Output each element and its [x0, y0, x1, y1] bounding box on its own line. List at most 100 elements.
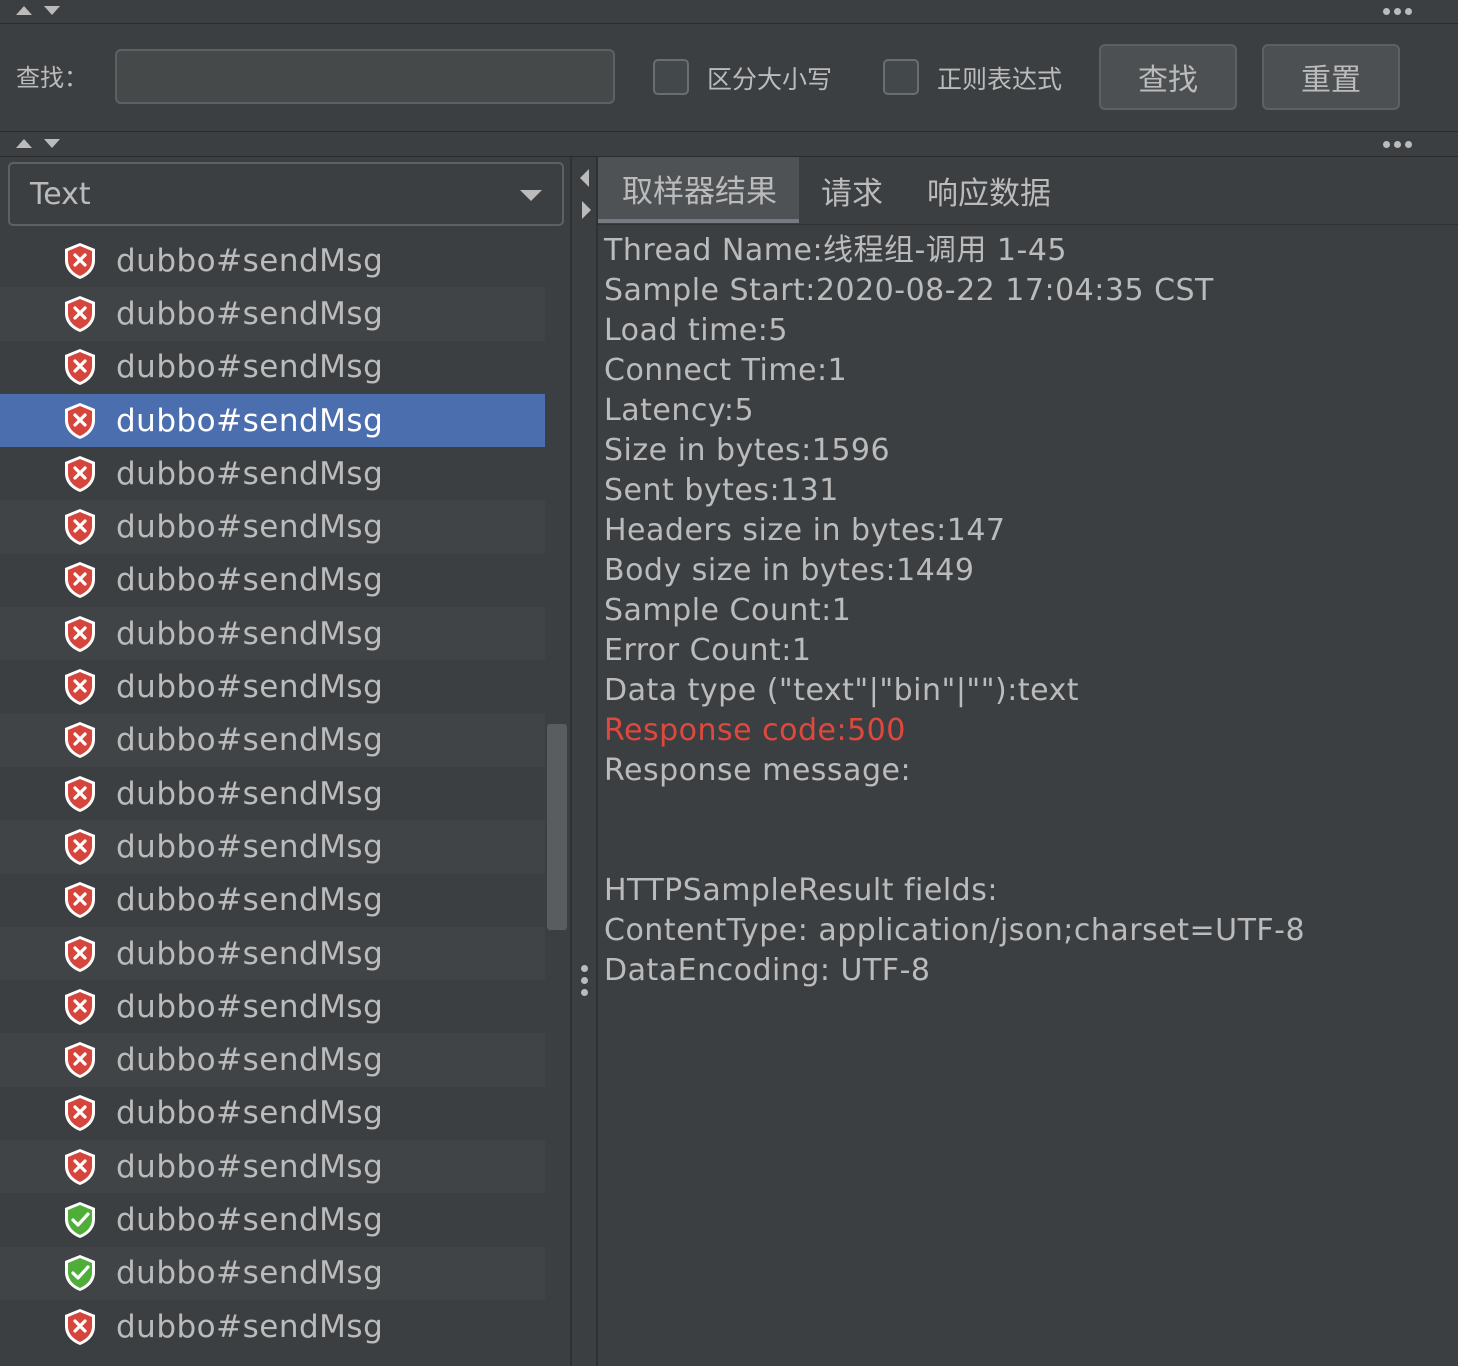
sampler-result-text: Thread Name:线程组-调用 1-45 Sample Start:2020… [604, 231, 1454, 991]
result-line: Sample Count:1 [604, 593, 852, 628]
top-split-handle[interactable] [0, 0, 1458, 24]
shield-error-icon [65, 828, 95, 865]
result-line: ContentType: application/json;charset=UT… [604, 913, 1306, 948]
result-detail-panel: 取样器结果 请求 响应数据 Thread Name:线程组-调用 1-45 Sampl… [598, 157, 1458, 1366]
search-bar: 查找： 区分大小写 正则表达式 查找 重置 [0, 24, 1458, 131]
split-arrows [16, 6, 60, 15]
shield-error-icon [65, 775, 95, 812]
results-tree-window: 查找： 区分大小写 正则表达式 查找 重置 Text dubbo#sendMsg… [0, 0, 1458, 1366]
list-item[interactable]: dubbo#sendMsg [0, 554, 545, 607]
list-item[interactable]: dubbo#sendMsg [0, 447, 545, 500]
search-input[interactable] [115, 49, 615, 104]
expand-down-icon[interactable] [44, 139, 60, 148]
shield-error-icon [65, 509, 95, 546]
scrollbar-thumb[interactable] [547, 724, 567, 930]
more-icon[interactable] [1383, 8, 1412, 15]
shield-error-icon [65, 882, 95, 919]
sample-label: dubbo#sendMsg [116, 1148, 384, 1185]
sample-label: dubbo#sendMsg [116, 562, 384, 599]
chevron-down-icon [520, 190, 542, 201]
list-item[interactable]: dubbo#sendMsg [0, 234, 545, 287]
result-line: Headers size in bytes:147 [604, 513, 1006, 548]
shield-error-icon [65, 562, 95, 599]
shield-error-icon [65, 1148, 95, 1185]
shield-error-icon [65, 1095, 95, 1132]
list-item[interactable]: dubbo#sendMsg [0, 660, 545, 713]
result-line: Latency:5 [604, 393, 755, 428]
result-line: Error Count:1 [604, 633, 812, 668]
collapse-left-icon[interactable] [580, 169, 589, 187]
sample-label: dubbo#sendMsg [116, 402, 384, 439]
result-line: Thread Name:线程组-调用 1-45 [604, 233, 1067, 268]
list-item[interactable]: dubbo#sendMsg [0, 500, 545, 554]
list-item[interactable]: dubbo#sendMsg [0, 926, 545, 981]
reset-button[interactable]: 重置 [1262, 44, 1400, 110]
result-line: Load time:5 [604, 313, 788, 348]
shield-error-icon [65, 295, 95, 332]
shield-success-icon [65, 1201, 95, 1238]
result-line: DataEncoding: UTF-8 [604, 953, 931, 988]
renderer-select-value: Text [30, 176, 91, 212]
sample-label: dubbo#sendMsg [116, 295, 384, 332]
list-item[interactable]: dubbo#sendMsg [0, 607, 545, 661]
expand-right-icon[interactable] [582, 201, 591, 219]
list-item[interactable]: dubbo#sendMsg [0, 287, 545, 341]
shield-error-icon [65, 722, 95, 759]
tab-1[interactable]: 请求 [799, 157, 905, 223]
sample-label: dubbo#sendMsg [116, 775, 384, 812]
list-item[interactable]: dubbo#sendMsg [0, 1087, 545, 1140]
regex-label: 正则表达式 [937, 65, 1063, 94]
split-arrows [16, 139, 60, 148]
drag-grip-icon[interactable] [581, 965, 588, 996]
list-item[interactable]: dubbo#sendMsg [0, 874, 545, 927]
result-line [604, 831, 1454, 871]
sample-list-panel: Text dubbo#sendMsg dubbo#sendMsg dubbo#sen… [0, 157, 570, 1366]
collapse-up-icon[interactable] [16, 6, 32, 15]
sample-label: dubbo#sendMsg [116, 988, 384, 1025]
sample-label: dubbo#sendMsg [116, 1255, 384, 1292]
list-item[interactable]: dubbo#sendMsg [0, 980, 545, 1033]
result-line: Sample Start:2020-08-22 17:04:35 CST [604, 273, 1214, 308]
result-line: Sent bytes:131 [604, 473, 839, 508]
regex-checkbox[interactable] [883, 59, 919, 95]
result-line: Size in bytes:1596 [604, 433, 891, 468]
more-icon[interactable] [1383, 141, 1412, 148]
sample-label: dubbo#sendMsg [116, 722, 384, 759]
middle-split-handle[interactable] [0, 131, 1458, 157]
sample-label: dubbo#sendMsg [116, 1095, 384, 1132]
sample-label: dubbo#sendMsg [116, 828, 384, 865]
sample-label: dubbo#sendMsg [116, 882, 384, 919]
list-item[interactable]: dubbo#sendMsg [0, 393, 545, 448]
list-item[interactable]: dubbo#sendMsg [0, 1033, 545, 1087]
list-item[interactable]: dubbo#sendMsg [0, 1246, 545, 1300]
result-line: Connect Time:1 [604, 353, 848, 388]
list-item[interactable]: dubbo#sendMsg [0, 341, 545, 394]
renderer-select[interactable]: Text [8, 162, 564, 226]
case-sensitive-checkbox[interactable] [653, 59, 689, 95]
sample-label: dubbo#sendMsg [116, 615, 384, 652]
list-item[interactable]: dubbo#sendMsg [0, 1300, 545, 1353]
result-line: Response message: [604, 753, 912, 788]
detail-tabs: 取样器结果 请求 响应数据 [598, 157, 1458, 225]
shield-success-icon [65, 1255, 95, 1292]
shield-error-icon [65, 455, 95, 492]
shield-error-icon [65, 669, 95, 706]
list-item[interactable]: dubbo#sendMsg [0, 1140, 545, 1194]
result-line: Data type ("text"|"bin"|""):text [604, 673, 1080, 708]
list-item[interactable]: dubbo#sendMsg [0, 1193, 545, 1246]
tab-2[interactable]: 响应数据 [905, 157, 1073, 223]
sample-label: dubbo#sendMsg [116, 1201, 384, 1238]
sample-label: dubbo#sendMsg [116, 455, 384, 492]
expand-down-icon[interactable] [44, 6, 60, 15]
find-button[interactable]: 查找 [1099, 44, 1237, 110]
sample-label: dubbo#sendMsg [116, 1042, 384, 1079]
sample-label: dubbo#sendMsg [116, 935, 384, 972]
list-item[interactable]: dubbo#sendMsg [0, 820, 545, 874]
collapse-up-icon[interactable] [16, 139, 32, 148]
panel-divider[interactable] [570, 157, 598, 1366]
sample-label: dubbo#sendMsg [116, 509, 384, 546]
list-item[interactable]: dubbo#sendMsg [0, 767, 545, 820]
list-item[interactable]: dubbo#sendMsg [0, 713, 545, 767]
tab-0[interactable]: 取样器结果 [598, 157, 799, 223]
sample-label: dubbo#sendMsg [116, 1308, 384, 1345]
